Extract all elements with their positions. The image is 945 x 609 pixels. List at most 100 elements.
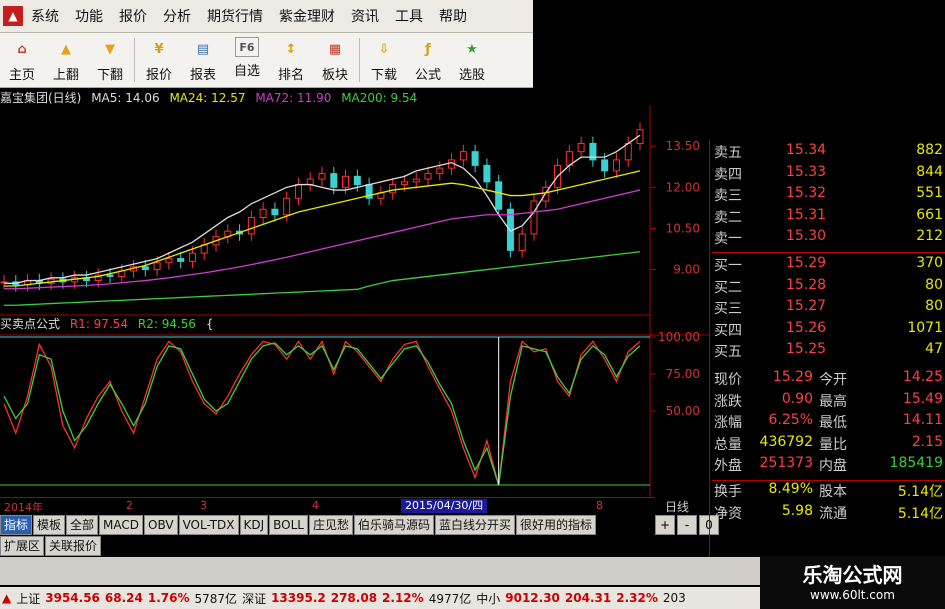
order-label: 卖四 [714, 166, 742, 183]
tab-all[interactable]: 全部 [66, 515, 99, 535]
quote-stats: 现价 15.29 今开 14.25 涨跌 0.90 最高 15.49 涨幅 6.25% 最低 14.1… [712, 369, 945, 477]
order-book-row[interactable]: 卖一 15.30 212 [712, 228, 945, 250]
watchlist-button[interactable]: F6 自选 [225, 33, 269, 87]
stat-label: 换手 [714, 484, 742, 500]
index-statusbar: ▲ 上证 3954.56 68.24 1.76% 5787亿 深证 13395.… [0, 587, 760, 609]
indicator-tick-label: 75.00 [666, 367, 700, 381]
tab-boll[interactable]: BOLL [269, 515, 308, 535]
stat-value: 2.15 [911, 433, 943, 450]
quote-stats-extra: 换手 8.49% 股本 5.14亿 净资 5.98 流通 5.14亿 [712, 480, 945, 524]
sector-button[interactable]: ▦ 板块 [313, 33, 357, 87]
zoom-in-button[interactable]: + [655, 515, 675, 535]
price-tick-label: 12.00 [666, 180, 700, 194]
watchlist-label: 自选 [233, 64, 260, 79]
menu-news[interactable]: 资讯 [351, 6, 379, 26]
sh-up-icon: ▲ [2, 591, 12, 605]
sh-amount: 5787亿 [194, 591, 238, 606]
blocks-icon: ▦ [328, 41, 342, 57]
zoom-out-button[interactable]: - [677, 515, 697, 535]
tab-bole-source[interactable]: 伯乐骑马源码 [354, 515, 435, 535]
sh-label: 上证 [16, 591, 41, 606]
ma-line-ma72 [4, 189, 641, 290]
home-icon: ⌂ [17, 41, 27, 57]
tab-macd[interactable]: MACD [99, 515, 144, 535]
time-axis: 2014年 2 3 4 8 [0, 497, 655, 515]
report-label: 报表 [189, 68, 216, 83]
tab-indicator[interactable]: 指标 [0, 515, 33, 535]
stat-value: 185419 [889, 455, 943, 471]
stat-label: 净资 [714, 505, 742, 522]
menu-tools[interactable]: 工具 [395, 6, 423, 26]
r2-value: R2: 94.56 [137, 317, 197, 331]
indicator-cursor: { [205, 317, 214, 331]
zx-value: 9012.30 [505, 591, 560, 605]
tab-blue-white[interactable]: 蓝白线分开买 [435, 515, 516, 535]
download-button[interactable]: ⇩ 下载 [362, 33, 406, 87]
stat-row: 净资 5.98 流通 5.14亿 [712, 503, 945, 525]
tab-zhuangjianchou[interactable]: 庄见愁 [309, 515, 354, 535]
menu-quote[interactable]: 报价 [119, 6, 147, 26]
report-button[interactable]: ▤ 报表 [181, 33, 225, 87]
stock-title: 嘉宝集团(日线) [0, 91, 82, 105]
sh-pct: 1.76% [147, 591, 190, 605]
scrollbar[interactable] [0, 557, 760, 585]
stat-value: 15.49 [902, 390, 943, 407]
ma-line-ma5 [4, 134, 641, 284]
quote-button[interactable]: ¥ 报价 [137, 33, 181, 87]
order-book-row[interactable]: 卖四 15.33 844 [712, 164, 945, 186]
formula-button[interactable]: ƒ 公式 [406, 33, 450, 87]
home-button[interactable]: ⌂ 主页 [0, 33, 44, 87]
candle-body [459, 151, 467, 161]
sector-label: 板块 [321, 68, 348, 83]
order-book-row[interactable]: 卖三 15.32 551 [712, 185, 945, 207]
candle-body [283, 197, 291, 216]
sz-pct: 2.12% [382, 591, 424, 605]
page-up-button[interactable]: ▲ 上翻 [44, 33, 88, 87]
tab-extension[interactable]: 扩展区 [0, 536, 45, 556]
tab-obv[interactable]: OBV [144, 515, 178, 535]
chart-canvas[interactable]: 13.50 12.00 10.50 9.00 100.00 75.00 50.00 [0, 105, 710, 497]
stock-picker-button[interactable]: ★ 选股 [450, 33, 494, 87]
menu-help[interactable]: 帮助 [439, 6, 467, 26]
stat-label: 内盘 [819, 458, 847, 474]
order-book-row[interactable]: 买四 15.26 1071 [712, 320, 945, 342]
menu-system[interactable]: 系统 [31, 6, 59, 26]
candle-body [389, 184, 397, 194]
order-volume: 80 [925, 298, 943, 315]
candle-body [436, 167, 444, 175]
order-book-row[interactable]: 买五 15.25 47 [712, 341, 945, 363]
menu-finance[interactable]: 紫金理财 [279, 6, 335, 26]
page-up-label: 上翻 [52, 68, 79, 83]
menu-function[interactable]: 功能 [75, 6, 103, 26]
panel-divider [709, 140, 710, 558]
tab-related-quote[interactable]: 关联报价 [45, 536, 102, 556]
order-book-row[interactable]: 卖五 15.34 882 [712, 142, 945, 164]
tab-vol-tdx[interactable]: VOL-TDX [178, 515, 239, 535]
order-book-row[interactable]: 买二 15.28 80 [712, 277, 945, 299]
sz-change: 278.08 [330, 591, 378, 605]
tab-template[interactable]: 模板 [33, 515, 66, 535]
menu-analysis[interactable]: 分析 [163, 6, 191, 26]
stat-label: 外盘 [714, 458, 742, 474]
app-logo-icon[interactable]: ▲ [3, 6, 23, 26]
tab-useful-indicator[interactable]: 很好用的指标 [516, 515, 597, 535]
order-book-row[interactable]: 买三 15.27 80 [712, 298, 945, 320]
candle-body [177, 258, 185, 262]
order-price: 15.28 [786, 276, 827, 293]
ranking-button[interactable]: ↕ 排名 [269, 33, 313, 87]
cursor-date-label: 2015/04/30/四 [401, 499, 488, 513]
order-book-row[interactable]: 卖二 15.31 661 [712, 207, 945, 229]
time-label: 8 [596, 499, 603, 512]
chart-period-label[interactable]: 日线 [665, 498, 689, 515]
order-book-row[interactable]: 买一 15.29 370 [712, 255, 945, 277]
candle-body [624, 142, 632, 161]
page-down-button[interactable]: ▼ 下翻 [88, 33, 132, 87]
tab-kdj[interactable]: KDJ [239, 515, 269, 535]
order-price: 15.32 [786, 185, 827, 202]
candle-body [601, 159, 609, 172]
toolbar-separator [134, 38, 135, 82]
stat-label: 涨跌 [714, 393, 742, 410]
menu-futures[interactable]: 期货行情 [207, 6, 263, 26]
candle-body [412, 178, 420, 183]
order-book-divider [712, 251, 945, 253]
